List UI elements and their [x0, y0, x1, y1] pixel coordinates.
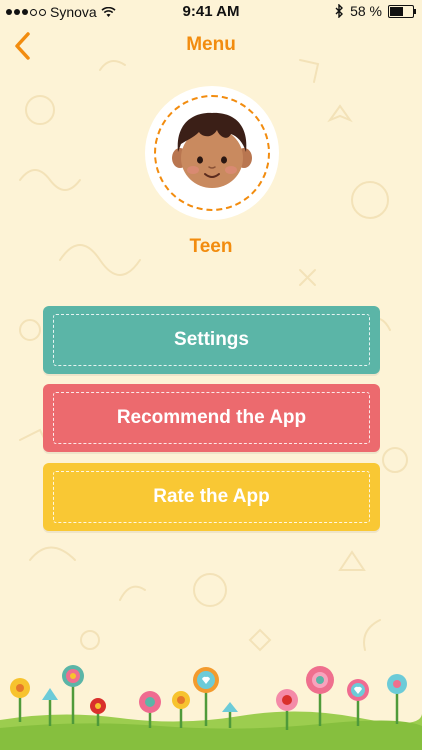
- rate-app-button-label: Rate the App: [53, 471, 370, 523]
- flower-garden-illustration: [0, 665, 422, 750]
- settings-button[interactable]: Settings: [43, 306, 380, 374]
- battery-icon: [388, 4, 416, 18]
- avatar[interactable]: [145, 86, 279, 220]
- recommend-app-button-label: Recommend the App: [53, 392, 370, 444]
- settings-button-label: Settings: [53, 314, 370, 366]
- status-bar: Synova 9:41 AM 58 %: [0, 0, 422, 24]
- bluetooth-icon: [335, 4, 344, 18]
- recommend-app-button[interactable]: Recommend the App: [43, 384, 380, 452]
- battery-fill: [390, 6, 403, 16]
- profile-name: Teen: [189, 236, 233, 257]
- status-right: 58 %: [335, 3, 416, 19]
- nav-bar: Menu: [0, 24, 422, 68]
- battery-percentage: 58 %: [350, 3, 382, 19]
- rate-app-button[interactable]: Rate the App: [43, 463, 380, 531]
- kid-face-icon: [172, 112, 252, 188]
- page-title: Menu: [186, 34, 236, 55]
